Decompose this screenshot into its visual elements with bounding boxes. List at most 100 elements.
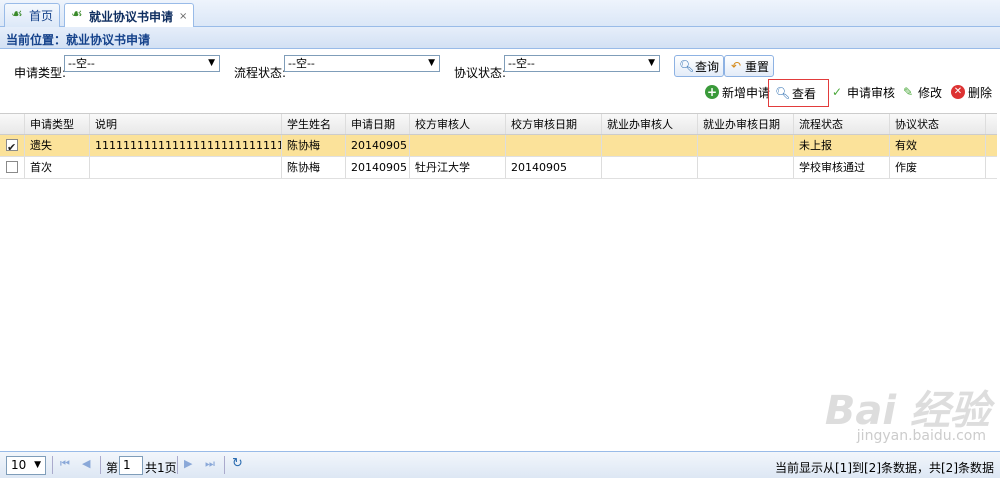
edit-button[interactable]: ✎ 修改 (898, 81, 945, 103)
prev-page-icon[interactable]: ◀ (82, 457, 90, 470)
close-icon[interactable]: × (179, 11, 187, 22)
pager-status: 当前显示从[1]到[2]条数据，共[2]条数据 (775, 461, 994, 475)
table-row[interactable]: 首次 陈协梅 20140905 牡丹江大学 20140905 学校审核通过 作废 (0, 157, 997, 179)
add-apply-button[interactable]: + 新增申请 (702, 81, 773, 103)
dropdown-arrow-icon: ▼ (428, 58, 435, 68)
action-toolbar: + 新增申请 🔍︎ 查看 ✓ 申请审核 ✎ 修改 ✕ 删除 (0, 79, 1000, 107)
page-prefix: 第 (106, 461, 119, 475)
view-label: 查看 (792, 86, 817, 101)
row-checkbox[interactable] (6, 137, 18, 156)
dropdown-arrow-icon: ▼ (208, 58, 215, 68)
table-cell: 遗失 (25, 135, 90, 156)
table-cell: 首次 (25, 157, 90, 178)
separator (224, 456, 225, 474)
tab-agreement-apply-label: 就业协议书申请 (89, 9, 174, 24)
first-page-icon[interactable]: ⏮ (60, 457, 70, 471)
row-checkbox-cell (0, 135, 25, 156)
table-cell: 陈协梅 (282, 157, 346, 178)
page-size-value: 10 (11, 458, 27, 472)
tab-bar: 首页 就业协议书申请 × (0, 0, 1000, 28)
table-cell: 1111111111111111111111111111111111111 (90, 135, 282, 156)
column-header[interactable]: 申请类型 (25, 114, 90, 134)
agreement-status-label: 协议状态: (454, 66, 507, 80)
pagination-bar: 10 ▼ ⏮ ◀ 第 1 共1页 ▶ ⏭ ↻ 当前显示从[1]到[2]条数据，共… (0, 451, 1000, 478)
agreement-status-value: --空-- (508, 57, 535, 70)
delete-button[interactable]: ✕ 删除 (948, 81, 995, 103)
row-checkbox[interactable] (6, 161, 18, 173)
table-cell (602, 157, 698, 178)
delete-label: 删除 (968, 85, 993, 100)
apply-type-label: 申请类型: (14, 66, 67, 80)
agreement-status-select[interactable]: --空-- ▼ (504, 55, 660, 72)
add-apply-label: 新增申请 (722, 85, 771, 100)
pencil-icon: ✎ (902, 85, 914, 99)
apply-type-select[interactable]: --空-- ▼ (64, 55, 220, 72)
column-header[interactable]: 流程状态 (794, 114, 890, 134)
table-row[interactable]: 遗失 1111111111111111111111111111111111111… (0, 135, 997, 157)
column-header[interactable]: 协议状态 (890, 114, 986, 134)
table-cell: 未上报 (794, 135, 890, 156)
next-page-icon[interactable]: ▶ (184, 457, 192, 470)
table-cell: 作废 (890, 157, 986, 178)
table-cell (698, 135, 794, 156)
column-header[interactable]: 就业办审核人 (602, 114, 698, 134)
table-cell: 20140905 (506, 157, 602, 178)
review-button[interactable]: ✓ 申请审核 (827, 81, 898, 103)
separator (177, 456, 178, 474)
dropdown-arrow-icon: ▼ (648, 58, 655, 68)
table-cell: 有效 (890, 135, 986, 156)
table-cell (506, 135, 602, 156)
column-header[interactable]: 说明 (90, 114, 282, 134)
page-number-input[interactable]: 1 (119, 456, 143, 475)
process-status-value: --空-- (288, 57, 315, 70)
undo-icon: ↶ (730, 59, 742, 73)
query-button[interactable]: 🔍︎ 查询 (674, 55, 725, 77)
row-checkbox-cell (0, 157, 25, 178)
process-status-select[interactable]: --空-- ▼ (284, 55, 440, 72)
tab-home-label: 首页 (29, 9, 54, 23)
table-cell (698, 157, 794, 178)
process-status-label: 流程状态: (234, 66, 287, 80)
leaf-icon (11, 7, 25, 23)
checkmark-icon: ✓ (831, 85, 843, 99)
page-total: 共1页 (145, 461, 177, 475)
plus-icon: + (705, 85, 719, 99)
refresh-icon[interactable]: ↻ (232, 456, 243, 471)
search-icon: 🔍︎ (775, 86, 791, 100)
review-label: 申请审核 (847, 85, 896, 100)
table-cell (602, 135, 698, 156)
column-header[interactable]: 校方审核日期 (506, 114, 602, 134)
table-cell: 20140905 (346, 135, 410, 156)
edit-label: 修改 (918, 85, 943, 100)
apply-type-value: --空-- (68, 57, 95, 70)
column-header[interactable]: 学生姓名 (282, 114, 346, 134)
data-grid: 申请类型 说明 学生姓名 申请日期 校方审核人 校方审核日期 就业办审核人 就业… (0, 113, 997, 179)
table-cell (90, 157, 282, 178)
leaf-icon (71, 7, 85, 23)
separator (100, 456, 101, 474)
search-icon: 🔍︎ (679, 59, 695, 73)
separator (52, 456, 53, 474)
breadcrumb: 当前位置：就业协议书申请 (0, 27, 1000, 49)
watermark-url: jingyan.baidu.com (856, 428, 986, 444)
dropdown-arrow-icon: ▼ (34, 460, 41, 470)
table-cell: 陈协梅 (282, 135, 346, 156)
view-button[interactable]: 🔍︎ 查看 (768, 79, 830, 107)
grid-header: 申请类型 说明 学生姓名 申请日期 校方审核人 校方审核日期 就业办审核人 就业… (0, 114, 997, 135)
table-cell: 20140905 (346, 157, 410, 178)
page-size-select[interactable]: 10 ▼ (6, 456, 46, 475)
reset-button-label: 重置 (745, 59, 770, 74)
header-checkbox-cell (0, 114, 25, 134)
delete-icon: ✕ (951, 85, 965, 99)
table-cell: 学校审核通过 (794, 157, 890, 178)
table-cell (410, 135, 506, 156)
table-cell: 牡丹江大学 (410, 157, 506, 178)
tab-home[interactable]: 首页 (4, 3, 61, 27)
column-header[interactable]: 校方审核人 (410, 114, 506, 134)
tab-agreement-apply[interactable]: 就业协议书申请 × (64, 3, 195, 28)
column-header[interactable]: 就业办审核日期 (698, 114, 794, 134)
reset-button[interactable]: ↶ 重置 (724, 55, 775, 77)
search-form: 申请类型: --空-- ▼ 流程状态: --空-- ▼ 协议状态: --空-- … (0, 54, 1000, 80)
column-header[interactable]: 申请日期 (346, 114, 410, 134)
last-page-icon[interactable]: ⏭ (205, 457, 215, 471)
